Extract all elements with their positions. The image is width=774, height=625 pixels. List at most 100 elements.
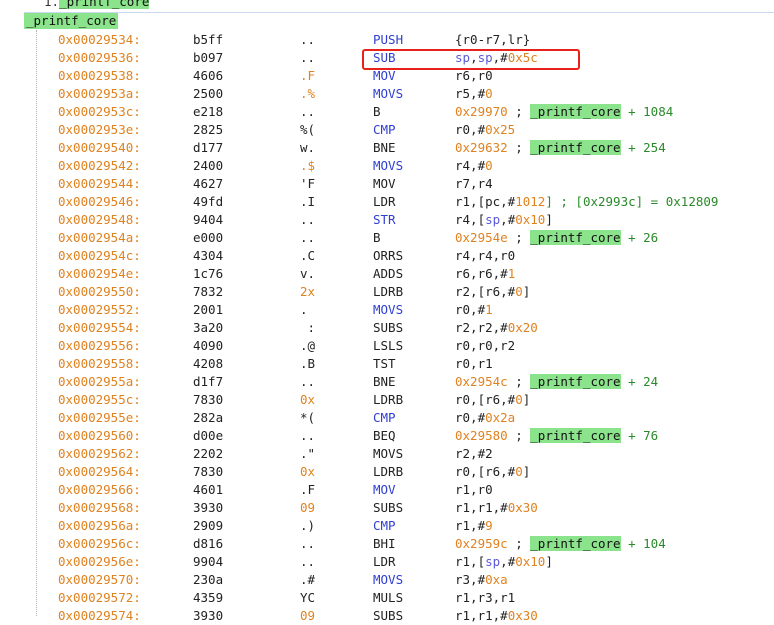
disasm-row[interactable]: 0x0002956a: 2909.) CMP r1,#9 [0, 517, 774, 535]
disasm-row[interactable]: 0x00029564: 7830 0x LDRB r0,[r6,#0] [0, 463, 774, 481]
operands: r0,[r6,#0] [455, 463, 530, 481]
address: 0x00029536: [58, 50, 141, 65]
operand-token: r1,[ [455, 554, 486, 569]
symbol-ref[interactable]: _printf_core [530, 374, 621, 389]
disasm-row[interactable]: 0x0002955c: 7830 0x LDRB r0,[r6,#0] [0, 391, 774, 409]
disasm-row[interactable]: 0x00029562: 2202 ." MOVS r2,#2 [0, 445, 774, 463]
operand-token: 0x25 [485, 122, 516, 137]
ascii-bytes: .. [300, 104, 316, 119]
address: 0x00029542: [58, 158, 141, 173]
disasm-row[interactable]: 0x0002954a: e000.. B 0x2954e ; _printf_core… [0, 229, 774, 247]
ascii-bytes: .. [300, 554, 316, 569]
address: 0x0002955e: [58, 410, 141, 425]
opcode-bytes: 7830 [193, 464, 224, 479]
mnemonic: SUBS [373, 500, 404, 515]
disasm-row[interactable]: 0x00029568: 3930 09 SUBS r1,r1,#0x30 [0, 499, 774, 517]
opcode-bytes: 3a20 [193, 320, 224, 335]
operand-token: 0x2a [485, 410, 516, 425]
function-label[interactable]: _printf_core [24, 13, 119, 29]
address: 0x00029540: [58, 140, 141, 155]
operands: r1,#9 [455, 517, 493, 535]
symbol-ref[interactable]: _printf_core [530, 536, 621, 551]
symbol-ref[interactable]: _printf_core [530, 230, 621, 245]
operand-token: r2,r2,# [455, 320, 508, 335]
operand-token: ; [507, 536, 531, 551]
disasm-row[interactable]: 0x0002956c: d816.. BHI 0x2959c ; _printf_co… [0, 535, 774, 553]
operand-token: ,# [500, 212, 516, 227]
disasm-row[interactable]: 0x0002955e: 282a *(CMP r0,#0x2a [0, 409, 774, 427]
symbol-ref[interactable]: _printf_core [530, 104, 621, 119]
operand-token: 0x30 [507, 500, 538, 515]
mnemonic: SUBS [373, 608, 404, 623]
mnemonic: MOVS [373, 86, 404, 101]
mnemonic: BEQ [373, 428, 396, 443]
opcode-bytes: e000 [193, 230, 224, 245]
disasm-row[interactable]: 0x0002955a: d1f7.. BNE 0x2954c ; _printf_co… [0, 373, 774, 391]
disasm-row[interactable]: 0x00029548: 9404.. STR r4,[sp,#0x10] [0, 211, 774, 229]
disasm-row[interactable]: 0x00029556: 4090 .@ LSLS r0,r0,r2 [0, 337, 774, 355]
operand-token: ; [507, 104, 531, 119]
operand-token: 9 [485, 518, 493, 533]
ascii-bytes: 09 [300, 608, 316, 623]
disasm-row[interactable]: 0x00029574: 3930 09 SUBS r1,r1,#0x30 [0, 607, 774, 625]
disasm-row[interactable]: 0x0002953c: e218.. B 0x29970 ; _printf_core… [0, 103, 774, 121]
mnemonic: CMP [373, 410, 396, 425]
tree-header-text[interactable]: 1._printf_core [44, 0, 150, 9]
disasm-row[interactable]: 0x0002954e: 1c76 v. ADDS r6,r6,#1 [0, 265, 774, 283]
operands: 0x29580 ; _printf_core + 76 [455, 427, 658, 445]
disasm-row[interactable]: 0x00029554: 3a20 : SUBS r2,r2,#0x20 [0, 319, 774, 337]
address: 0x0002954c: [58, 248, 141, 263]
operand-token: ] [522, 464, 531, 479]
opcode-bytes: 49fd [193, 194, 224, 209]
address: 0x00029558: [58, 356, 141, 371]
disasm-row[interactable]: 0x00029550: 7832 2x LDRB r2,[r6,#0] [0, 283, 774, 301]
operands: r1,r0 [455, 481, 493, 499]
disasm-row[interactable]: 0x00029560: d00e.. BEQ 0x29580 ; _printf_co… [0, 427, 774, 445]
disasm-row[interactable]: 0x0002953a: 2500.% MOVS r5,#0 [0, 85, 774, 103]
disasm-row[interactable]: 0x00029542: 2400 .$ MOVS r4,#0 [0, 157, 774, 175]
ascii-bytes: 'F [300, 176, 316, 191]
disasm-row[interactable]: 0x00029566: 4601 .F MOV r1,r0 [0, 481, 774, 499]
opcode-bytes: b097 [193, 50, 224, 65]
ascii-bytes: 09 [300, 500, 316, 515]
operand-token: ,# [500, 554, 516, 569]
operand-token: 0 [515, 284, 523, 299]
highlight-box [362, 49, 580, 70]
disasm-row[interactable]: 0x0002956e: 9904.. LDR r1,[sp,#0x10] [0, 553, 774, 571]
operands: r4,r4,r0 [455, 247, 515, 265]
ascii-bytes: .I [300, 194, 316, 209]
operand-token: ] [545, 554, 553, 569]
operand-token: r1,# [455, 518, 486, 533]
disasm-row[interactable]: 0x00029534: b5ff.. PUSH {r0-r7,lr} [0, 31, 774, 49]
symbol-ref[interactable]: _printf_core [530, 428, 621, 443]
operands: r0,r1 [455, 355, 493, 373]
ascii-bytes: .. [300, 428, 316, 443]
disasm-row[interactable]: 0x0002953e: 2825 %(CMP r0,#0x25 [0, 121, 774, 139]
operands: r0,#0x25 [455, 121, 515, 139]
operand-token: 0x2954e [455, 230, 508, 245]
opcode-bytes: 4304 [193, 248, 224, 263]
disasm-row[interactable]: 0x00029544: 4627 'F MOV r7,r4 [0, 175, 774, 193]
address: 0x0002953e: [58, 122, 141, 137]
address: 0x0002953c: [58, 104, 141, 119]
ascii-bytes: v. [300, 266, 316, 281]
operand-token: ] [545, 212, 553, 227]
operands: r1,[sp,#0x10] [455, 553, 553, 571]
opcode-bytes: d816 [193, 536, 224, 551]
mnemonic: LDRB [373, 464, 404, 479]
ascii-bytes: .. [300, 50, 316, 65]
disasm-row[interactable]: 0x00029546: 49fd .I LDR r1,[pc,#1012] ; [0x2… [0, 193, 774, 211]
disasm-row[interactable]: 0x00029570: 230a .# MOVS r3,#0xa [0, 571, 774, 589]
disasm-row[interactable]: 0x00029552: 2001. MOVS r0,#1 [0, 301, 774, 319]
opcode-bytes: d177 [193, 140, 224, 155]
symbol-ref[interactable]: _printf_core [530, 140, 621, 155]
opcode-bytes: 2500 [193, 86, 224, 101]
ascii-bytes: w. [300, 140, 316, 155]
ascii-bytes: 0x [300, 464, 316, 479]
disasm-row[interactable]: 0x00029558: 4208 .B TST r0,r1 [0, 355, 774, 373]
disasm-row[interactable]: 0x0002954c: 4304 .C ORRS r4,r4,r0 [0, 247, 774, 265]
mnemonic: MOVS [373, 446, 404, 461]
disasm-row[interactable]: 0x00029572: 4359 YC MULS r1,r3,r1 [0, 589, 774, 607]
disasm-row[interactable]: 0x00029540: d177 w. BNE 0x29632 ; _printf_co… [0, 139, 774, 157]
mnemonic: CMP [373, 518, 396, 533]
